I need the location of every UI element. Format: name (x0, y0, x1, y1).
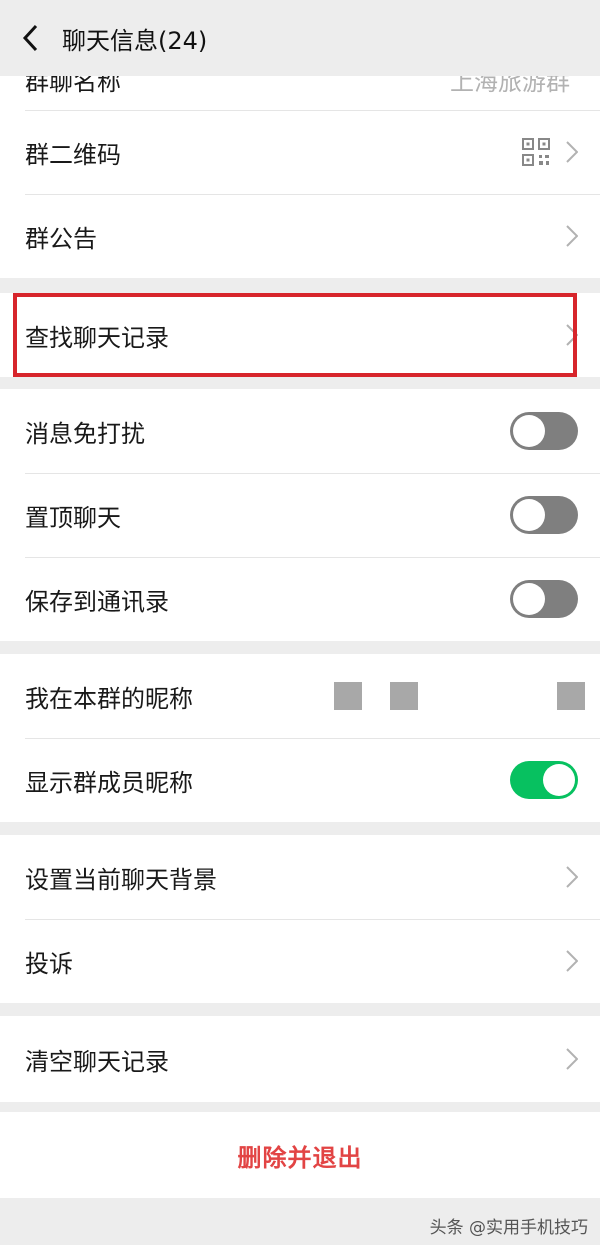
pin-row: 置顶聊天 (0, 473, 600, 557)
search-history-row[interactable]: 查找聊天记录 (0, 293, 600, 377)
save-contacts-row: 保存到通讯录 (0, 557, 600, 641)
clear-history-row[interactable]: 清空聊天记录 (0, 1016, 600, 1102)
complaint-label: 投诉 (25, 949, 73, 978)
delete-exit-label: 删除并退出 (237, 1143, 363, 1172)
group-qrcode-row[interactable]: 群二维码 (0, 110, 600, 194)
settings-section: 设置当前聊天背景 投诉 (0, 835, 600, 1003)
my-nickname-row[interactable]: 我在本群的昵称 (0, 654, 600, 738)
qrcode-icon (522, 138, 550, 166)
my-nickname-label: 我在本群的昵称 (25, 684, 193, 713)
chevron-right-icon (566, 324, 578, 346)
back-button[interactable] (0, 0, 60, 76)
show-nickname-row: 显示群成员昵称 (0, 738, 600, 822)
chevron-right-icon (566, 141, 578, 163)
back-arrow-icon (22, 24, 38, 52)
delete-exit-button[interactable]: 删除并退出 (0, 1112, 600, 1198)
toggle-section: 消息免打扰 置顶聊天 保存到通讯录 (0, 389, 600, 641)
mosaic-block (390, 682, 418, 710)
clear-history-label: 清空聊天记录 (25, 1047, 169, 1076)
page-title: 聊天信息(24) (62, 26, 208, 55)
search-section: 查找聊天记录 (0, 293, 600, 377)
nickname-section: 我在本群的昵称 显示群成员昵称 (0, 654, 600, 822)
pin-label: 置顶聊天 (25, 503, 121, 532)
group-qrcode-label: 群二维码 (25, 140, 121, 169)
save-contacts-toggle[interactable] (510, 580, 578, 618)
group-notice-label: 群公告 (25, 224, 97, 253)
chevron-right-icon (566, 225, 578, 247)
complaint-row[interactable]: 投诉 (0, 919, 600, 1003)
watermark: 头条 @实用手机技巧 (429, 1218, 588, 1238)
chevron-right-icon (566, 866, 578, 888)
search-history-label: 查找聊天记录 (25, 323, 169, 352)
clear-section: 清空聊天记录 (0, 1016, 600, 1102)
save-contacts-label: 保存到通讯录 (25, 587, 169, 616)
mosaic-block (334, 682, 362, 710)
pin-toggle[interactable] (510, 496, 578, 534)
chat-background-label: 设置当前聊天背景 (25, 865, 217, 894)
mosaic-block (557, 682, 585, 710)
top-bar: 聊天信息(24) (0, 0, 600, 76)
show-nickname-toggle[interactable] (510, 761, 578, 799)
group-notice-row[interactable]: 群公告 (0, 194, 600, 278)
show-nickname-label: 显示群成员昵称 (25, 768, 193, 797)
mute-toggle[interactable] (510, 412, 578, 450)
mute-label: 消息免打扰 (25, 419, 145, 448)
chevron-right-icon (566, 950, 578, 972)
chevron-right-icon (566, 1048, 578, 1070)
chat-background-row[interactable]: 设置当前聊天背景 (0, 835, 600, 919)
mute-row: 消息免打扰 (0, 389, 600, 473)
